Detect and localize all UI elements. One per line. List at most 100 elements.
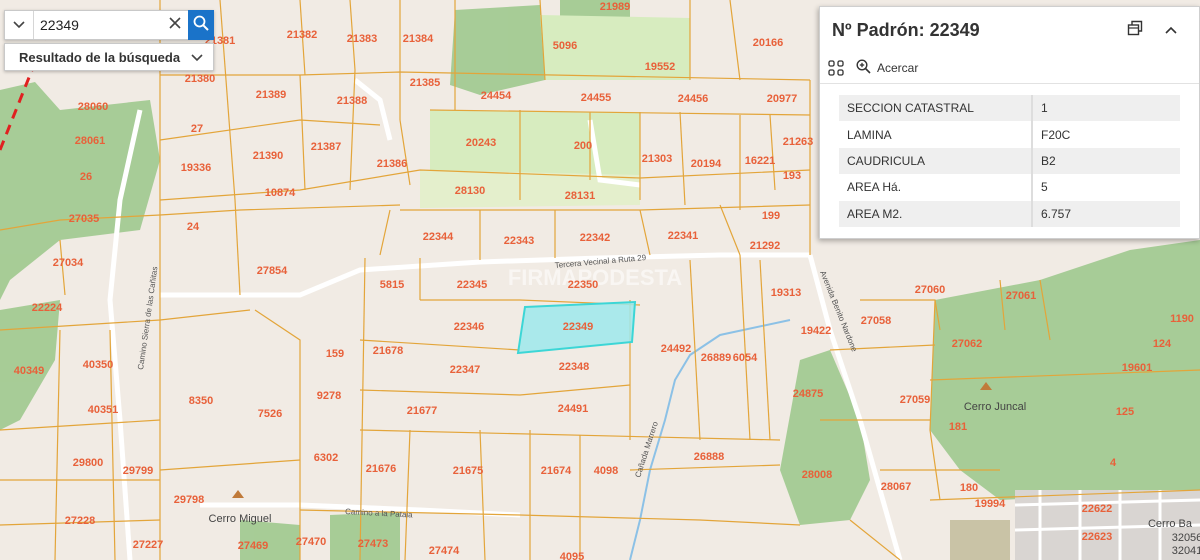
parcel-label-21677[interactable]: 21677 xyxy=(407,405,438,417)
parcel-label-27854[interactable]: 27854 xyxy=(257,265,288,277)
parcel-label-28067[interactable]: 28067 xyxy=(881,481,912,493)
parcel-label-21292[interactable]: 21292 xyxy=(750,240,781,252)
parcel-label-21382[interactable]: 21382 xyxy=(287,29,318,41)
collapse-button[interactable] xyxy=(1155,14,1187,46)
parcel-label-28130[interactable]: 28130 xyxy=(455,185,486,197)
parcel-label-16221[interactable]: 16221 xyxy=(745,155,776,167)
parcel-label-180[interactable]: 180 xyxy=(960,482,978,494)
parcel-label-21387[interactable]: 21387 xyxy=(311,141,342,153)
parcel-label-125[interactable]: 125 xyxy=(1116,406,1134,418)
parcel-label-21388[interactable]: 21388 xyxy=(337,95,368,107)
parcel-label-21386[interactable]: 21386 xyxy=(377,158,408,170)
parcel-label-19313[interactable]: 19313 xyxy=(771,287,802,299)
parcel-label-21389[interactable]: 21389 xyxy=(256,89,287,101)
parcel-label-4[interactable]: 4 xyxy=(1110,457,1117,469)
parcel-label-27034[interactable]: 27034 xyxy=(53,257,84,269)
parcel-label-7526[interactable]: 7526 xyxy=(258,408,282,420)
parcel-label-20243[interactable]: 20243 xyxy=(466,137,497,149)
search-button[interactable] xyxy=(188,10,214,40)
parcel-label-21675[interactable]: 21675 xyxy=(453,465,484,477)
parcel-label-4098[interactable]: 4098 xyxy=(594,465,618,477)
parcel-label-22347[interactable]: 22347 xyxy=(450,364,481,376)
parcel-label-40349[interactable]: 40349 xyxy=(14,365,45,377)
parcel-label-5815[interactable]: 5815 xyxy=(380,279,404,291)
parcel-label-28060[interactable]: 28060 xyxy=(78,101,109,113)
parcel-label-21676[interactable]: 21676 xyxy=(366,463,397,475)
parcel-label-6054[interactable]: 6054 xyxy=(733,352,758,364)
parcel-label-24456[interactable]: 24456 xyxy=(678,93,709,105)
parcel-label-27[interactable]: 27 xyxy=(191,123,203,135)
parcel-label-20977[interactable]: 20977 xyxy=(767,93,798,105)
dock-button[interactable] xyxy=(1119,14,1151,46)
parcel-label-22341[interactable]: 22341 xyxy=(668,230,699,242)
search-input[interactable] xyxy=(34,12,162,38)
parcel-label-27227[interactable]: 27227 xyxy=(133,539,164,551)
parcel-label-22344[interactable]: 22344 xyxy=(423,231,454,243)
parcel-label-21989[interactable]: 21989 xyxy=(600,1,631,13)
parcel-label-10874[interactable]: 10874 xyxy=(265,187,296,199)
parcel-label-40351[interactable]: 40351 xyxy=(88,404,119,416)
parcel-label-20166[interactable]: 20166 xyxy=(753,37,784,49)
parcel-label-27061[interactable]: 27061 xyxy=(1006,290,1037,302)
parcel-label-19336[interactable]: 19336 xyxy=(181,162,212,174)
parcel-label-26[interactable]: 26 xyxy=(80,171,92,183)
parcel-label-21674[interactable]: 21674 xyxy=(541,465,572,477)
parcel-label-22349[interactable]: 22349 xyxy=(563,321,594,333)
parcel-label-24875[interactable]: 24875 xyxy=(793,388,824,400)
parcel-label-181[interactable]: 181 xyxy=(949,421,967,433)
parcel-label-1190[interactable]: 1190 xyxy=(1170,313,1194,325)
parcel-label-199[interactable]: 199 xyxy=(762,210,780,222)
parcel-label-22623[interactable]: 22623 xyxy=(1082,531,1113,543)
parcel-label-20194[interactable]: 20194 xyxy=(691,158,722,170)
parcel-label-24[interactable]: 24 xyxy=(187,221,200,233)
search-results-dropdown[interactable]: Resultado de la búsqueda xyxy=(4,43,214,71)
grid-icon[interactable] xyxy=(828,60,844,76)
parcel-label-29799[interactable]: 29799 xyxy=(123,465,154,477)
parcel-label-21390[interactable]: 21390 xyxy=(253,150,284,162)
parcel-label-21385[interactable]: 21385 xyxy=(410,77,441,89)
parcel-label-24492[interactable]: 24492 xyxy=(661,343,692,355)
parcel-label-28008[interactable]: 28008 xyxy=(802,469,833,481)
parcel-label-27473[interactable]: 27473 xyxy=(358,538,389,550)
parcel-label-21380[interactable]: 21380 xyxy=(185,73,216,85)
parcel-label-22348[interactable]: 22348 xyxy=(559,361,590,373)
parcel-label-21303[interactable]: 21303 xyxy=(642,153,673,165)
parcel-label-19552[interactable]: 19552 xyxy=(645,61,676,73)
zoom-to-button[interactable]: Acercar xyxy=(856,59,918,77)
parcel-label-22350[interactable]: 22350 xyxy=(568,279,599,291)
clear-search-button[interactable] xyxy=(162,16,188,34)
parcel-label-24455[interactable]: 24455 xyxy=(581,92,612,104)
parcel-label-26889[interactable]: 26889 xyxy=(701,352,732,364)
parcel-label-22342[interactable]: 22342 xyxy=(580,232,611,244)
parcel-label-24454[interactable]: 24454 xyxy=(481,90,512,102)
parcel-label-19994[interactable]: 19994 xyxy=(975,498,1006,510)
parcel-label-22345[interactable]: 22345 xyxy=(457,279,488,291)
search-source-dropdown[interactable] xyxy=(5,11,34,39)
parcel-label-24491[interactable]: 24491 xyxy=(558,403,589,415)
parcel-label-27059[interactable]: 27059 xyxy=(900,394,931,406)
parcel-label-40350[interactable]: 40350 xyxy=(83,359,114,371)
parcel-label-5096[interactable]: 5096 xyxy=(553,40,577,52)
parcel-label-19601[interactable]: 19601 xyxy=(1122,362,1153,374)
parcel-label-27035[interactable]: 27035 xyxy=(69,213,100,225)
parcel-label-6302[interactable]: 6302 xyxy=(314,452,338,464)
parcel-label-21384[interactable]: 21384 xyxy=(403,33,434,45)
parcel-label-27228[interactable]: 27228 xyxy=(65,515,96,527)
parcel-label-200[interactable]: 200 xyxy=(574,140,592,152)
parcel-label-22622[interactable]: 22622 xyxy=(1082,503,1113,515)
parcel-label-159[interactable]: 159 xyxy=(326,348,344,360)
parcel-label-29798[interactable]: 29798 xyxy=(174,494,205,506)
parcel-label-27474[interactable]: 27474 xyxy=(429,545,460,557)
parcel-label-27062[interactable]: 27062 xyxy=(952,338,983,350)
parcel-label-21383[interactable]: 21383 xyxy=(347,33,378,45)
parcel-label-19422[interactable]: 19422 xyxy=(801,325,832,337)
parcel-label-28131[interactable]: 28131 xyxy=(565,190,596,202)
parcel-label-27060[interactable]: 27060 xyxy=(915,284,946,296)
parcel-label-22346[interactable]: 22346 xyxy=(454,321,485,333)
parcel-label-124[interactable]: 124 xyxy=(1153,338,1172,350)
parcel-label-26888[interactable]: 26888 xyxy=(694,451,725,463)
parcel-label-27058[interactable]: 27058 xyxy=(861,315,892,327)
parcel-label-29800[interactable]: 29800 xyxy=(73,457,104,469)
parcel-label-8350[interactable]: 8350 xyxy=(189,395,213,407)
parcel-label-21678[interactable]: 21678 xyxy=(373,345,404,357)
